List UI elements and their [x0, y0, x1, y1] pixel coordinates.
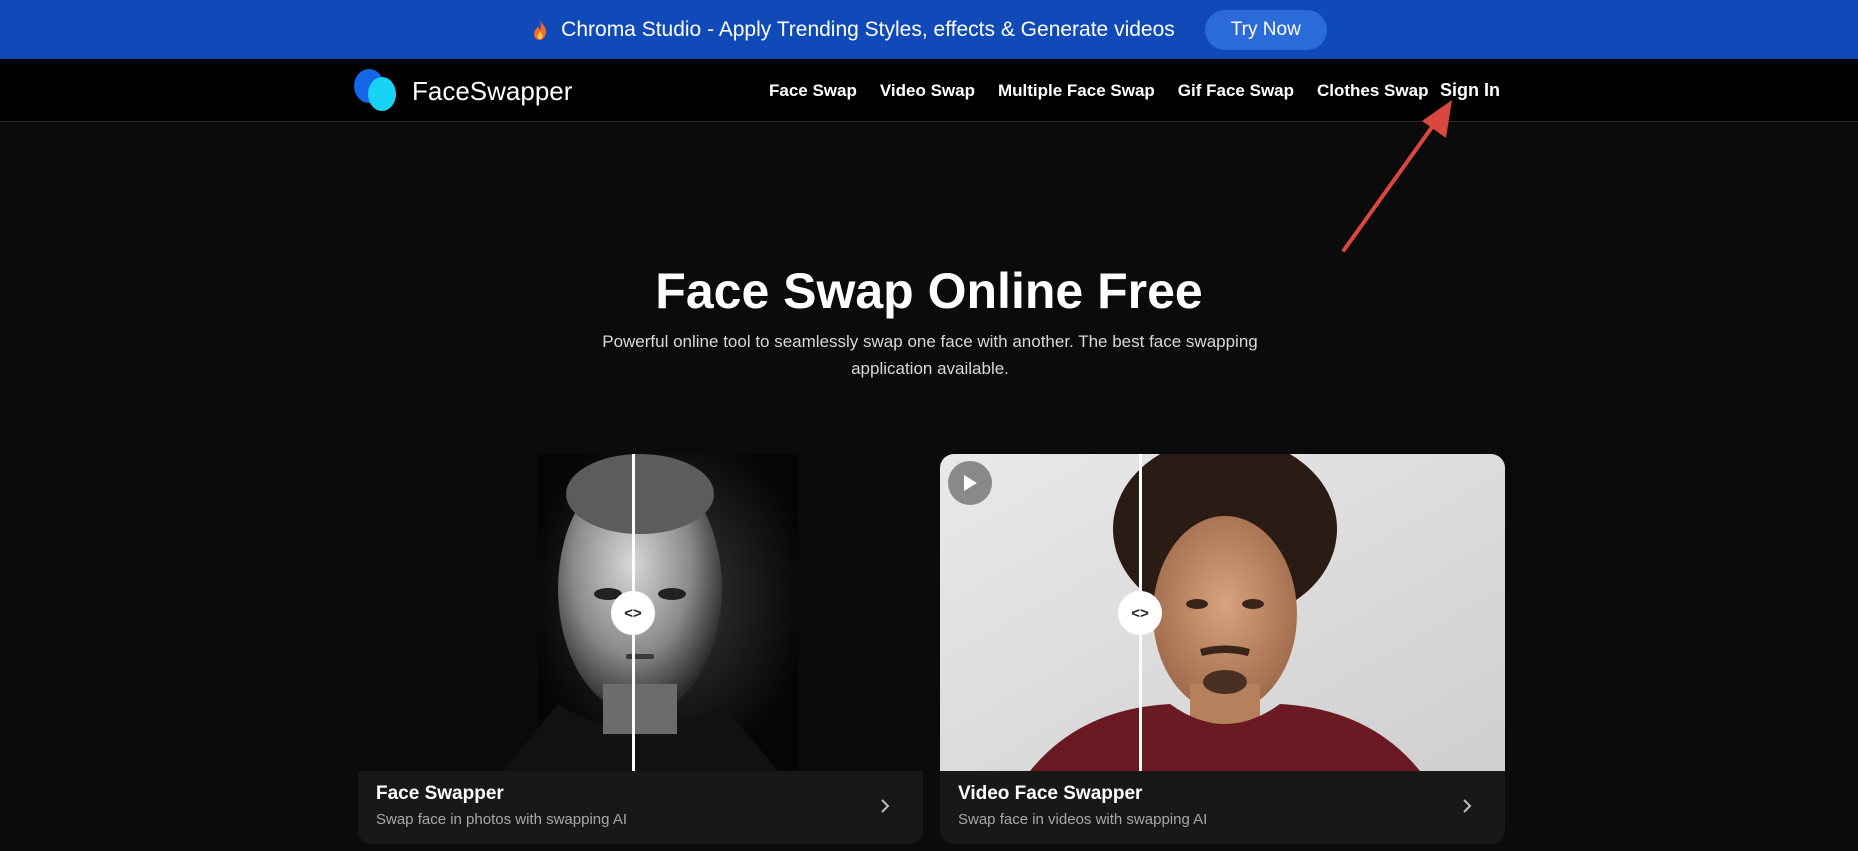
nav-gif-face-swap[interactable]: Gif Face Swap — [1178, 81, 1294, 101]
flame-icon — [534, 19, 547, 40]
annotation-arrow — [1342, 100, 1452, 252]
card-title: Face Swapper — [376, 783, 504, 804]
promo-banner: Chroma Studio - Apply Trending Styles, e… — [0, 0, 1858, 59]
nav-video-swap[interactable]: Video Swap — [880, 81, 975, 101]
promo-text: Chroma Studio - Apply Trending Styles, e… — [561, 17, 1175, 41]
nav-multiple-face-swap[interactable]: Multiple Face Swap — [998, 81, 1155, 101]
chevron-right-icon — [881, 799, 890, 813]
hero-title: Face Swap Online Free — [655, 263, 1203, 319]
play-icon — [964, 475, 977, 491]
site-header: FaceSwapper Face Swap Video Swap Multipl… — [0, 59, 1858, 122]
logo[interactable]: FaceSwapper — [354, 69, 572, 113]
play-button[interactable] — [948, 461, 992, 505]
card-description: Swap face in videos with swapping AI — [958, 811, 1208, 828]
face-swapper-card[interactable]: <> Face Swapper Swap face in photos with… — [358, 454, 923, 844]
nav-face-swap[interactable]: Face Swap — [769, 81, 857, 101]
video-face-swapper-card[interactable]: <> Video Face Swapper Swap face in video… — [940, 454, 1505, 844]
logo-text: FaceSwapper — [412, 75, 573, 106]
video-face-photo — [940, 454, 1505, 771]
logo-icon — [354, 69, 398, 113]
card-footer[interactable]: Video Face Swapper Swap face in videos w… — [940, 771, 1505, 844]
chevron-right-icon — [1463, 799, 1472, 813]
comparison-slider-handle[interactable]: <> — [611, 591, 655, 635]
hero-subtitle: Powerful online tool to seamlessly swap … — [602, 332, 1258, 378]
card-footer[interactable]: Face Swapper Swap face in photos with sw… — [358, 771, 923, 844]
comparison-slider-handle[interactable]: <> — [1118, 591, 1162, 635]
try-now-button[interactable]: Try Now — [1204, 9, 1327, 50]
video-comparison-image: <> — [940, 454, 1505, 771]
card-title: Video Face Swapper — [958, 783, 1143, 804]
face-comparison-image: <> — [358, 454, 923, 771]
card-description: Swap face in photos with swapping AI — [376, 811, 627, 828]
